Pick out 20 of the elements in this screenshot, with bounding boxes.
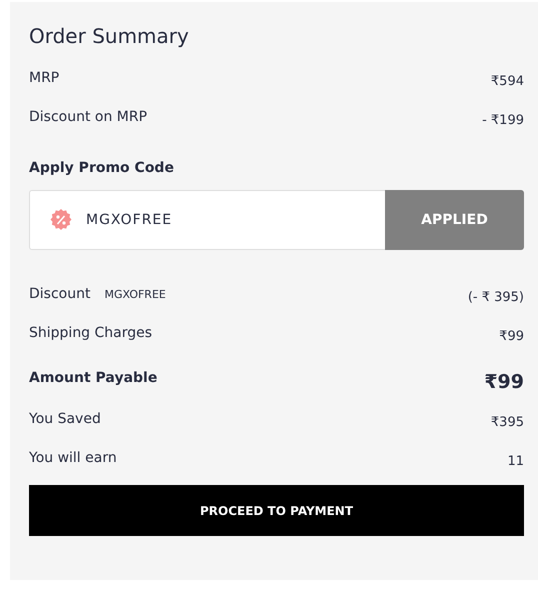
- row-value: ₹99: [499, 328, 524, 346]
- row-value: ₹594: [490, 73, 524, 91]
- row-value: (- ₹ 395): [468, 289, 524, 307]
- apply-button[interactable]: APPLIED: [385, 190, 524, 250]
- row-label: You Saved: [29, 410, 101, 429]
- row-label: MRP: [29, 69, 60, 88]
- row-label: Discount: [29, 285, 90, 304]
- row-label: Discount on MRP: [29, 108, 148, 127]
- promo-code-label: MGXOFREE: [104, 287, 166, 303]
- row-value: ₹99: [484, 370, 524, 395]
- row-label: You will earn: [29, 449, 117, 468]
- row-label: Amount Payable: [29, 369, 158, 388]
- row-label: Shipping Charges: [29, 324, 152, 343]
- proceed-button[interactable]: PROCEED TO PAYMENT: [29, 485, 524, 536]
- row-value: ₹395: [490, 414, 524, 432]
- row-value: - ₹199: [482, 112, 524, 130]
- summary-title: Order Summary: [29, 24, 190, 48]
- row-value: 11: [507, 453, 524, 471]
- section-heading: Apply Promo Code: [29, 159, 175, 178]
- promo-code-field[interactable]: MGXOFREE: [29, 190, 385, 250]
